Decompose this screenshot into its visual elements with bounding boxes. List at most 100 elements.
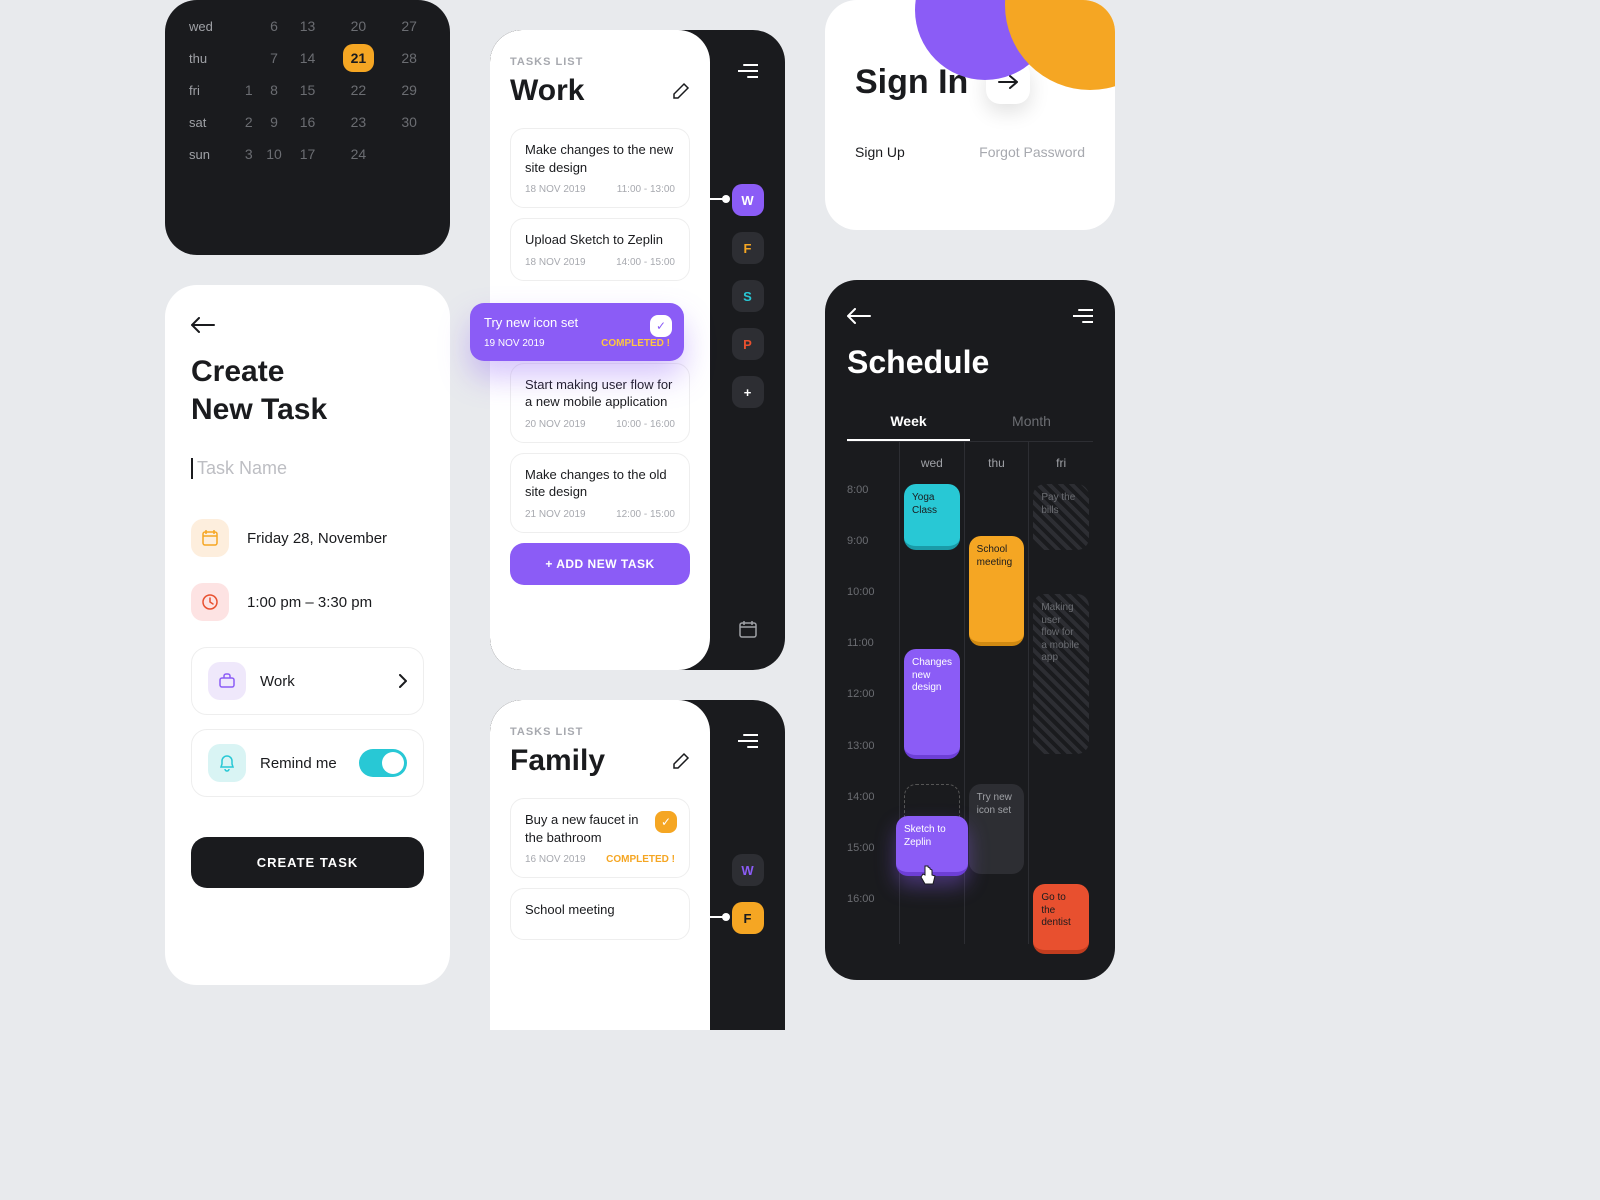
calendar-widget: wed6132027 thu7142128 fri18152229 sat291… [165, 0, 450, 255]
cursor-icon [918, 864, 938, 886]
sidebar-chip-p[interactable]: P [732, 328, 764, 360]
calendar-icon [738, 619, 758, 639]
schedule-day-fri: Pay the bills Making user flow for a mob… [1028, 484, 1093, 944]
calendar-day-label: thu [189, 42, 240, 74]
schedule-event[interactable]: Go to the dentist [1033, 884, 1089, 954]
calendar-table: wed6132027 thu7142128 fri18152229 sat291… [189, 10, 426, 170]
remind-me-toggle[interactable] [359, 749, 407, 777]
menu-button[interactable] [727, 720, 769, 762]
task-time-value[interactable]: 1:00 pm – 3:30 pm [247, 594, 372, 611]
calendar-cell[interactable]: 2 [240, 106, 257, 138]
task-item[interactable]: Make changes to the new site design18 NO… [510, 128, 690, 208]
checkmark-icon: ✓ [655, 811, 677, 833]
calendar-cell[interactable]: 28 [392, 42, 426, 74]
schedule-event-disabled[interactable]: Pay the bills [1033, 484, 1089, 550]
task-item-completed[interactable]: Try new icon set ✓ 19 NOV 2019COMPLETED … [470, 303, 684, 361]
schedule-event[interactable]: Changes new design [904, 649, 960, 759]
tab-week[interactable]: Week [847, 403, 970, 441]
schedule-screen: Schedule Week Month wed thu fri 8:009:00… [825, 280, 1115, 980]
menu-icon [738, 734, 758, 748]
remind-me-label: Remind me [260, 755, 345, 772]
calendar-day-label: fri [189, 74, 240, 106]
schedule-day-thu: School meeting Try new icon set [964, 484, 1029, 944]
schedule-day-header: fri [1028, 442, 1093, 484]
sign-in-screen: Sign In Sign Up Forgot Password [825, 0, 1115, 230]
back-button[interactable] [847, 308, 871, 324]
sidebar-chip-add[interactable]: + [732, 376, 764, 408]
task-name-input[interactable]: Task Name [191, 458, 424, 479]
task-item[interactable]: Buy a new faucet in the bathroom ✓ 16 NO… [510, 798, 690, 878]
schedule-event[interactable]: School meeting [969, 536, 1025, 646]
calendar-cell[interactable]: 14 [291, 42, 325, 74]
briefcase-icon [208, 662, 246, 700]
create-task-title: CreateNew Task [191, 353, 424, 428]
calendar-cell[interactable]: 9 [257, 106, 291, 138]
arrow-left-icon [191, 317, 215, 333]
calendar-cell[interactable]: 17 [291, 138, 325, 170]
calendar-cell[interactable]: 20 [324, 10, 392, 42]
schedule-time-column: 8:009:0010:0011:0012:0013:0014:0015:0016… [847, 484, 899, 944]
calendar-icon [191, 519, 229, 557]
calendar-cell[interactable]: 3 [240, 138, 257, 170]
calendar-cell[interactable]: 13 [291, 10, 325, 42]
tasks-list-title: Family [510, 744, 605, 778]
pencil-icon [672, 752, 690, 770]
category-selector[interactable]: Work [191, 647, 424, 715]
task-item[interactable]: Start making user flow for a new mobile … [510, 363, 690, 443]
schedule-day-wed: Yoga Class Changes new design Sketch to … [899, 484, 964, 944]
schedule-event[interactable]: Yoga Class [904, 484, 960, 550]
sidebar-chip-family[interactable]: F [732, 232, 764, 264]
calendar-nav-button[interactable] [727, 608, 769, 650]
calendar-cell[interactable]: 6 [257, 10, 291, 42]
schedule-title: Schedule [847, 344, 1093, 381]
tab-month[interactable]: Month [970, 403, 1093, 441]
add-task-button[interactable]: + ADD NEW TASK [510, 543, 690, 585]
sidebar-chip-family[interactable]: F [732, 902, 764, 934]
schedule-event-disabled[interactable]: Making user flow for a mobile app [1033, 594, 1089, 754]
calendar-day-label: sun [189, 138, 240, 170]
remind-me-row: Remind me [191, 729, 424, 797]
schedule-event[interactable]: Try new icon set [969, 784, 1025, 874]
create-task-button[interactable]: CREATE TASK [191, 837, 424, 888]
edit-button[interactable] [672, 752, 690, 770]
create-task-screen: CreateNew Task Task Name Friday 28, Nove… [165, 285, 450, 985]
arrow-left-icon [847, 308, 871, 324]
chevron-right-icon [399, 674, 407, 688]
calendar-cell[interactable]: 23 [324, 106, 392, 138]
calendar-cell[interactable]: 30 [392, 106, 426, 138]
calendar-cell[interactable]: 24 [324, 138, 392, 170]
task-date-value[interactable]: Friday 28, November [247, 530, 387, 547]
menu-button[interactable] [1073, 309, 1093, 323]
task-item[interactable]: Make changes to the old site design21 NO… [510, 453, 690, 533]
menu-button[interactable] [727, 50, 769, 92]
tasks-list-label: TASKS LIST [510, 726, 690, 738]
sign-up-link[interactable]: Sign Up [855, 144, 905, 160]
task-item[interactable]: Upload Sketch to Zeplin18 NOV 201914:00 … [510, 218, 690, 281]
forgot-password-link[interactable]: Forgot Password [979, 144, 1085, 160]
checkmark-icon: ✓ [650, 315, 672, 337]
edit-button[interactable] [672, 82, 690, 100]
menu-icon [738, 64, 758, 78]
calendar-cell[interactable]: 22 [324, 74, 392, 106]
tasks-family-screen: TASKS LIST Family Buy a new faucet in th… [490, 700, 785, 1030]
calendar-cell[interactable]: 15 [291, 74, 325, 106]
calendar-cell[interactable]: 29 [392, 74, 426, 106]
calendar-cell[interactable]: 7 [257, 42, 291, 74]
menu-icon [1073, 309, 1093, 323]
sidebar-chip-work[interactable]: W [732, 854, 764, 886]
calendar-cell[interactable]: 8 [257, 74, 291, 106]
sidebar-chip-work[interactable]: W [732, 184, 764, 216]
calendar-day-label: wed [189, 10, 240, 42]
calendar-cell[interactable]: 27 [392, 10, 426, 42]
calendar-cell[interactable]: 10 [257, 138, 291, 170]
task-item[interactable]: School meeting [510, 888, 690, 940]
pencil-icon [672, 82, 690, 100]
calendar-cell[interactable]: 16 [291, 106, 325, 138]
calendar-cell[interactable]: 1 [240, 74, 257, 106]
calendar-cell-selected[interactable]: 21 [324, 42, 392, 74]
calendar-day-label: sat [189, 106, 240, 138]
back-button[interactable] [191, 317, 424, 333]
bell-icon [208, 744, 246, 782]
clock-icon [191, 583, 229, 621]
sidebar-chip-s[interactable]: S [732, 280, 764, 312]
